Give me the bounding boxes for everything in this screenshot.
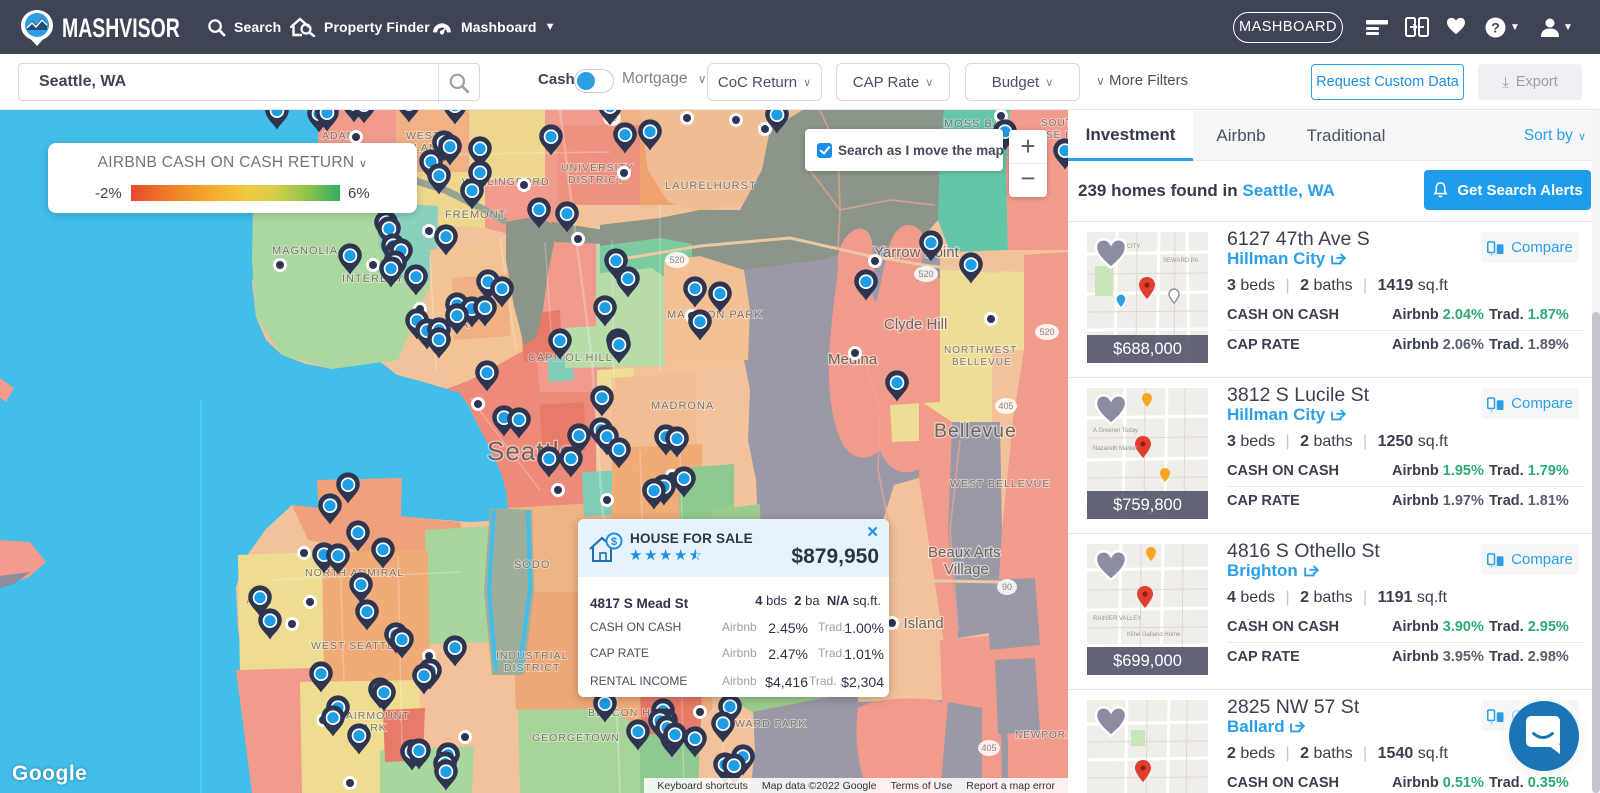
svg-text:405: 405 (998, 401, 1013, 411)
svg-text:520: 520 (669, 255, 684, 265)
svg-text:RAINIER VALLEY: RAINIER VALLEY (1093, 616, 1141, 622)
svg-text:$: $ (611, 536, 617, 548)
svg-text:FAIRMOUNT: FAIRMOUNT (339, 710, 410, 722)
svg-text:MAGNOLIA: MAGNOLIA (272, 245, 338, 257)
svg-text:Village: Village (944, 561, 989, 578)
svg-text:Clyde Hill: Clyde Hill (884, 316, 947, 333)
svg-text:?: ? (1491, 20, 1500, 36)
svg-text:WARD PARK: WARD PARK (735, 718, 806, 730)
svg-text:SODO: SODO (514, 559, 550, 571)
svg-text:A Greener Today: A Greener Today (1093, 428, 1138, 434)
svg-text:FREMONT: FREMONT (445, 209, 506, 221)
svg-text:Nazareth Market: Nazareth Market (1093, 446, 1138, 452)
svg-text:CAPITOL HILL: CAPITOL HILL (528, 352, 613, 364)
svg-text:INDUSTRIAL: INDUSTRIAL (496, 650, 568, 662)
svg-text:MADRONA: MADRONA (651, 400, 714, 412)
svg-text:DISTRICT: DISTRICT (568, 174, 624, 186)
svg-text:WEST BELLEVUE: WEST BELLEVUE (950, 478, 1050, 490)
svg-text:Beaux Arts: Beaux Arts (928, 544, 1001, 561)
svg-text:MADISON PARK: MADISON PARK (667, 309, 763, 321)
svg-text:SOUT: SOUT (1041, 118, 1068, 129)
svg-text:DISTRICT: DISTRICT (504, 662, 560, 674)
svg-text:GEORGETOWN: GEORGETOWN (532, 732, 620, 744)
svg-text:520: 520 (918, 269, 933, 279)
svg-text:Bellevue: Bellevue (934, 420, 1017, 442)
svg-text:BELLEVUE: BELLEVUE (952, 357, 1012, 368)
svg-text:Kline Galland Home: Kline Galland Home (1127, 632, 1181, 638)
svg-text:520: 520 (1039, 327, 1054, 337)
svg-text:405: 405 (981, 743, 996, 753)
svg-text:NORTHWEST: NORTHWEST (944, 345, 1017, 356)
svg-text:Yarrow Point: Yarrow Point (874, 244, 960, 261)
svg-text:SEWARD PA: SEWARD PA (1163, 258, 1198, 264)
svg-text:LAURELHURST: LAURELHURST (665, 180, 757, 192)
svg-text:90: 90 (1002, 582, 1012, 592)
svg-text:NEWPORT: NEWPORT (1015, 730, 1068, 741)
